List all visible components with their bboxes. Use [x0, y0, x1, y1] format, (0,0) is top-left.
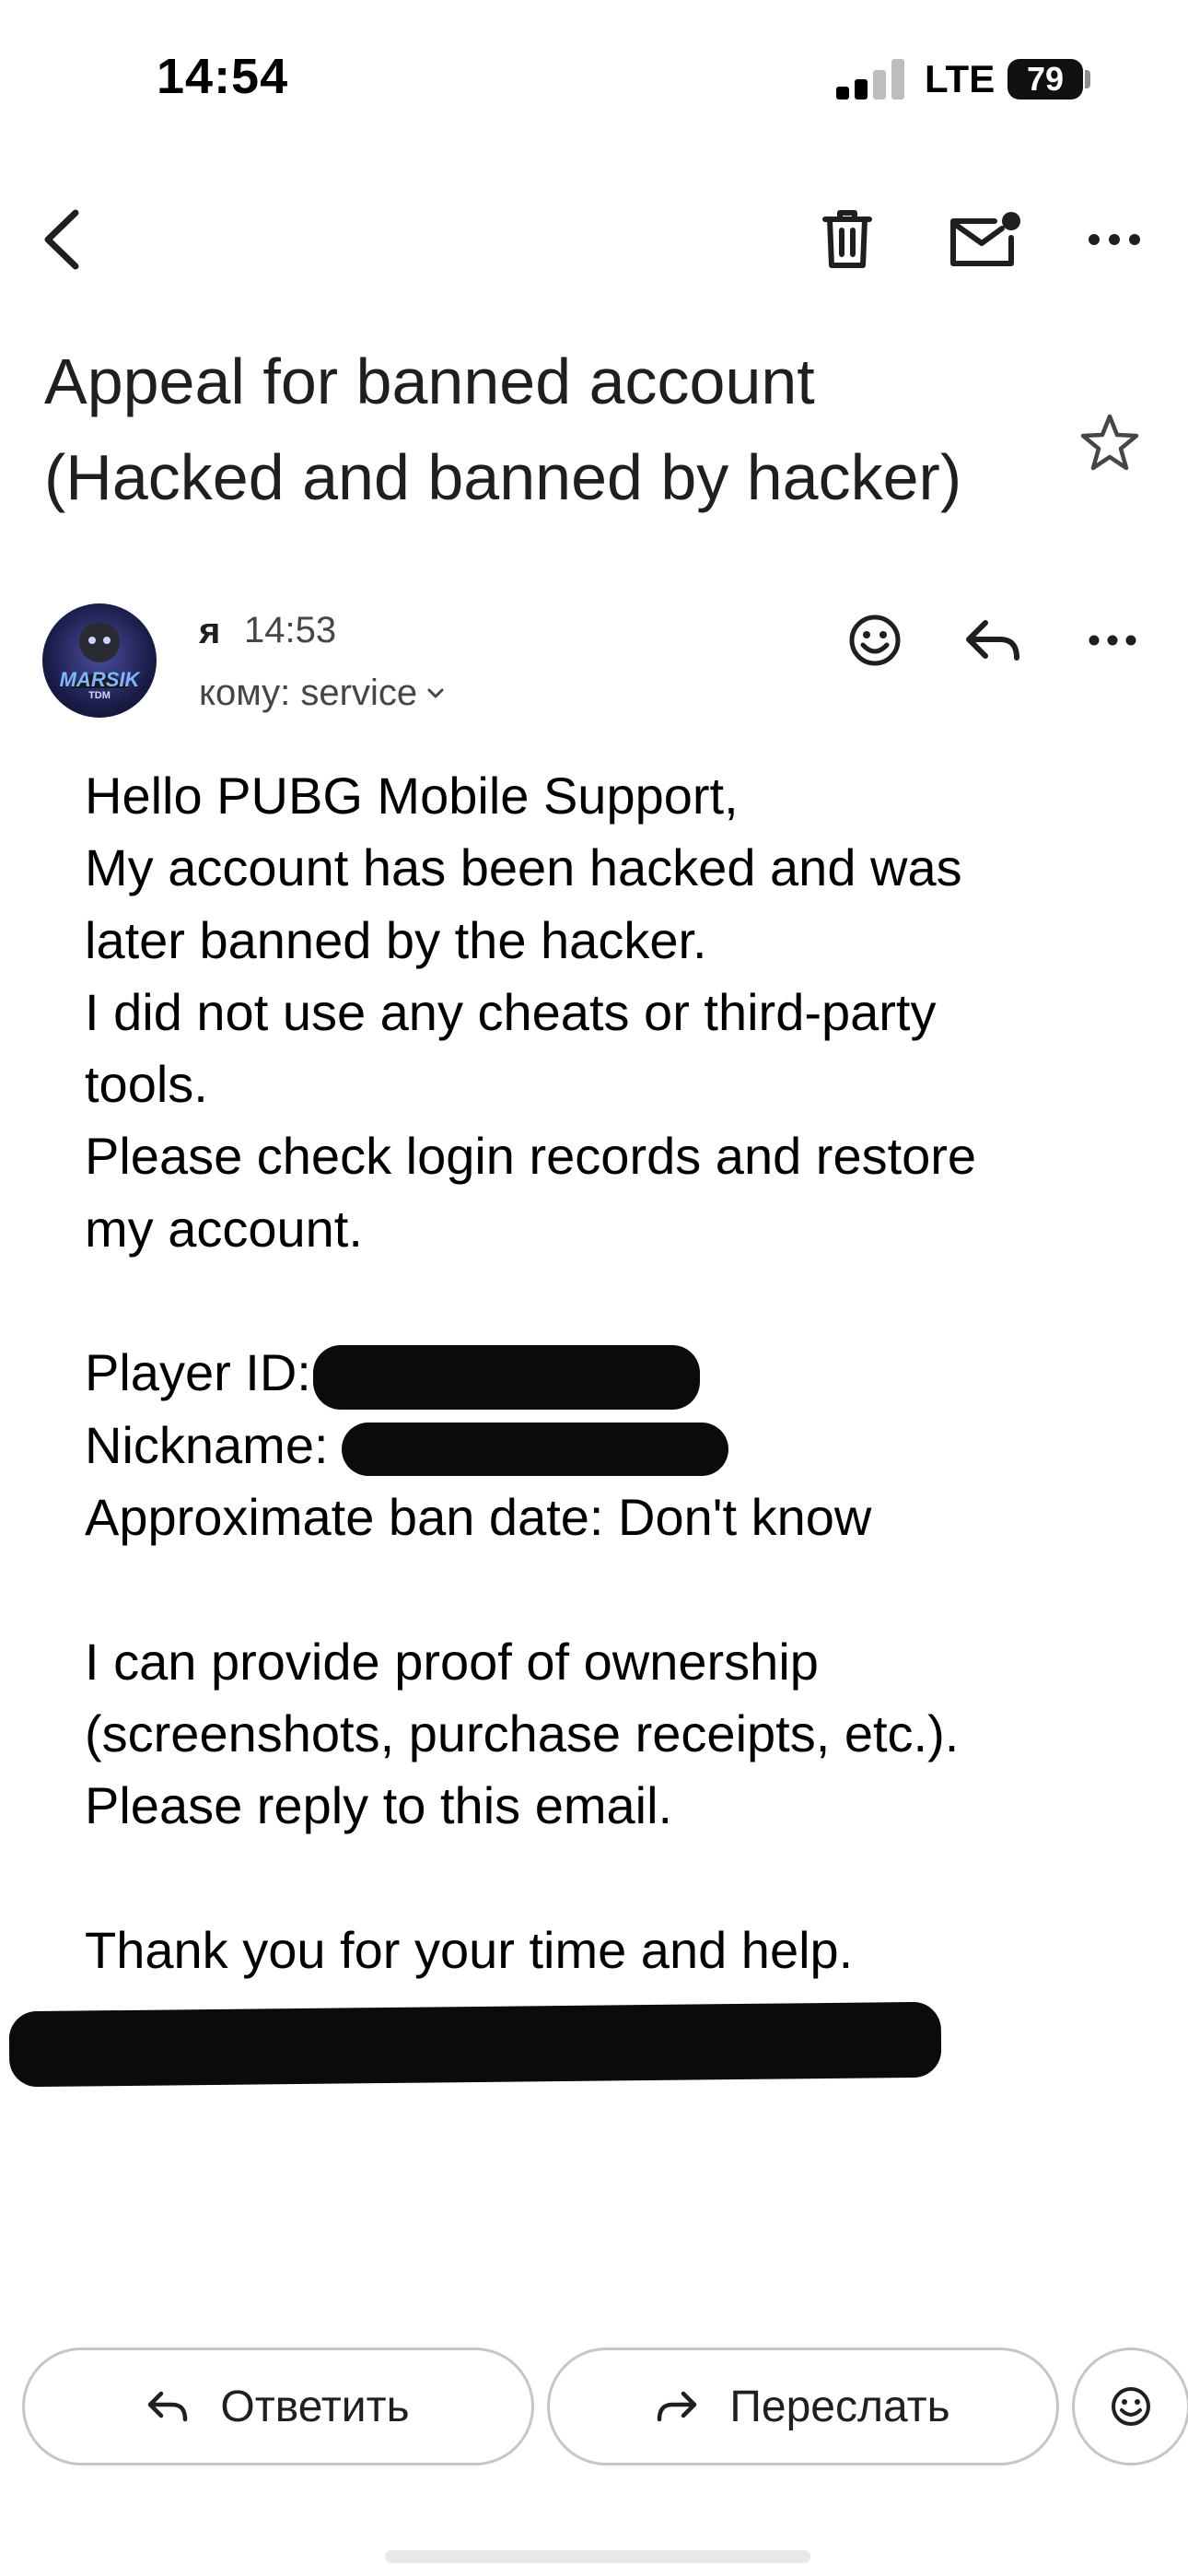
signature-redaction [8, 2001, 942, 2088]
chevron-down-icon [427, 688, 444, 697]
home-indicator [385, 2550, 810, 2563]
more-horizontal-icon[interactable] [1077, 203, 1151, 276]
nickname-line: Nickname: [85, 1410, 1144, 1481]
body-line: my account. [85, 1199, 363, 1258]
reply-label: Ответить [220, 2382, 410, 2431]
player-id-label: Player ID: [85, 1343, 311, 1402]
body-line: My account has been hacked and was [85, 838, 962, 897]
body-line: (screenshots, purchase receipts, etc.). [85, 1704, 960, 1762]
forward-label: Переслать [729, 2382, 950, 2431]
signal-icon [836, 59, 906, 100]
battery-tip [1085, 70, 1090, 88]
nickname-label: Nickname: [85, 1415, 329, 1474]
email-subject: Appeal for banned account (Hacked and ba… [44, 334, 1039, 525]
redaction [341, 1422, 728, 1476]
battery-icon: 79 [1007, 59, 1083, 100]
body-line: Thank you for your time and help. [85, 1920, 854, 1979]
body-line: tools. [85, 1055, 208, 1114]
body-line: Hello PUBG Mobile Support, [85, 767, 739, 825]
reply-arrow-icon [148, 2391, 188, 2422]
subject-line-1: Appeal for banned account [44, 345, 815, 417]
message-more-icon[interactable] [1076, 603, 1149, 677]
body-line: I can provide proof of ownership [85, 1632, 819, 1691]
emoji-icon [1112, 2387, 1150, 2426]
redaction [312, 1344, 700, 1410]
avatar-text: MARSIK [59, 668, 140, 691]
forward-button[interactable]: Переслать [547, 2348, 1059, 2465]
reply-icon[interactable] [956, 603, 1030, 677]
sender-name: я [199, 611, 221, 651]
body-line: Approximate ban date: Don't know [85, 1487, 872, 1546]
reply-button[interactable]: Ответить [22, 2348, 534, 2465]
network-type: LTE [925, 57, 996, 100]
emoji-reaction-icon[interactable] [838, 603, 912, 677]
emoji-button[interactable] [1072, 2348, 1188, 2465]
subject-line-2: (Hacked and banned by hacker) [44, 441, 962, 513]
sent-time: 14:53 [244, 610, 337, 650]
body-line: I did not use any cheats or third-party [85, 982, 937, 1041]
forward-arrow-icon [658, 2391, 697, 2422]
body-line: later banned by the hacker. [85, 910, 707, 969]
email-body: Hello PUBG Mobile Support, My account ha… [85, 760, 1144, 1986]
player-id-line: Player ID: [85, 1337, 1144, 1410]
avatar[interactable]: MARSIK TDM [42, 603, 157, 718]
recipient-details[interactable]: кому: service [199, 673, 445, 714]
recipient-text: кому: service [199, 673, 418, 713]
battery-level: 79 [1026, 60, 1065, 98]
chevron-left-icon[interactable] [28, 203, 101, 276]
avatar-subtext: TDM [88, 690, 111, 701]
body-line: Please check login records and restore [85, 1127, 977, 1186]
star-icon[interactable] [1073, 405, 1147, 479]
trash-icon[interactable] [810, 203, 884, 276]
body-line: Please reply to this email. [85, 1776, 673, 1835]
status-time: 14:54 [157, 49, 289, 104]
mail-unread-icon[interactable] [944, 203, 1027, 276]
